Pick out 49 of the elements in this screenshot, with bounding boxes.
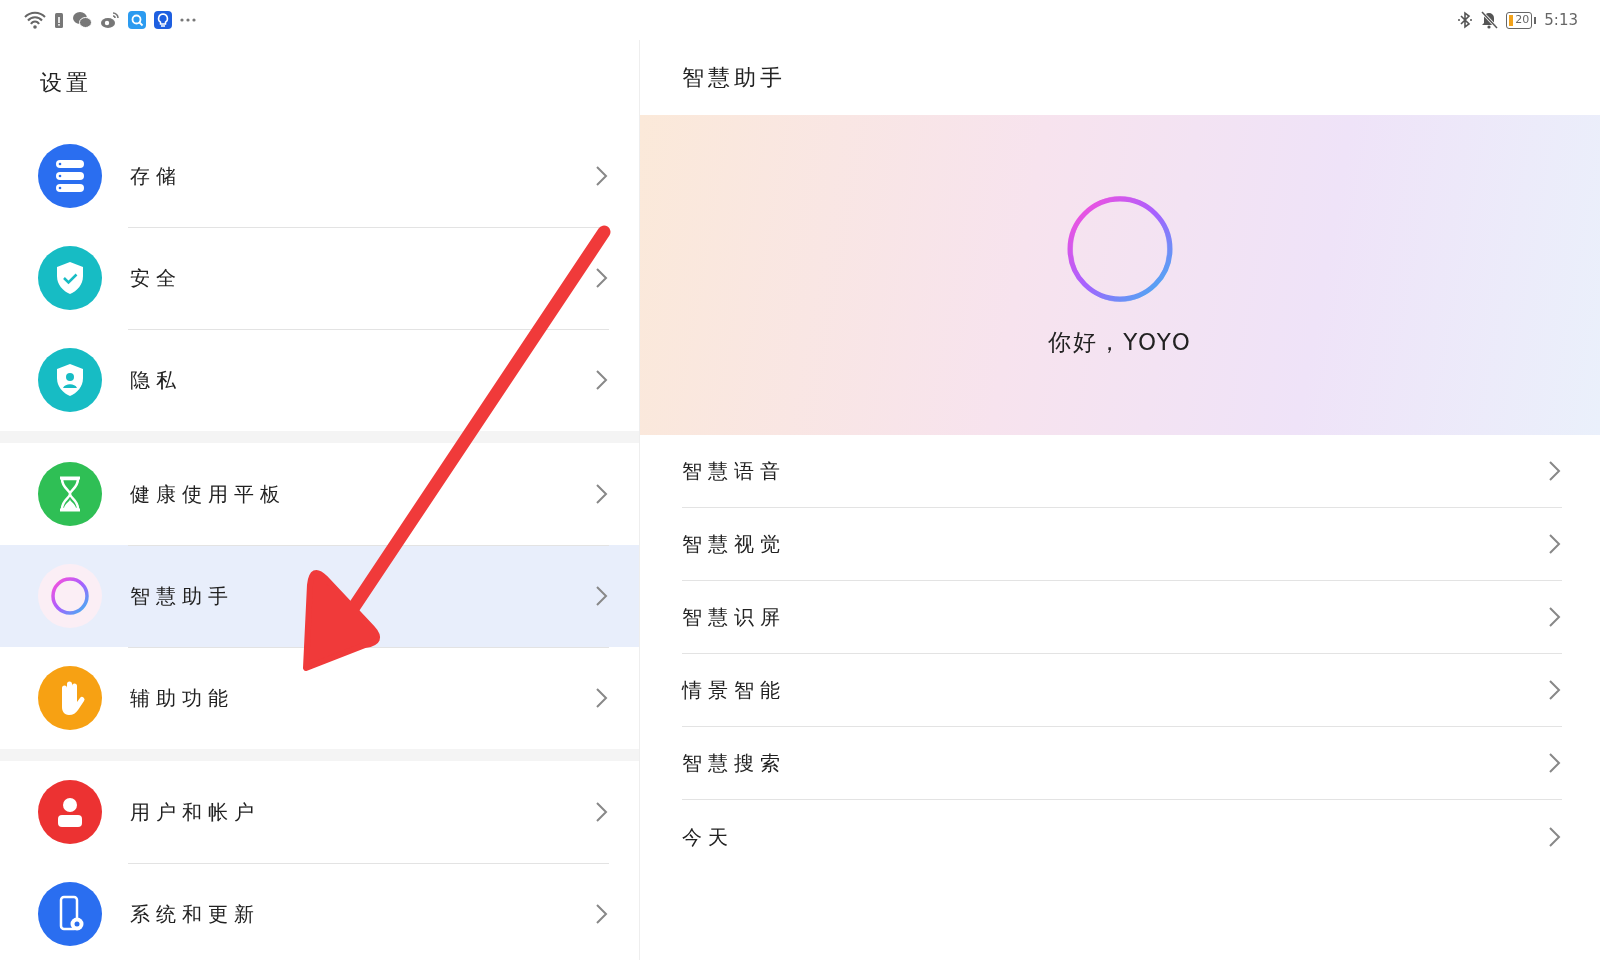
more-icon [180,17,196,23]
settings-item[interactable]: 安全 [0,227,639,329]
chevron-icon [595,267,609,289]
shield-check-icon [38,246,102,310]
chevron-icon [1548,533,1562,555]
battery-alert-icon [54,11,64,29]
mute-icon [1480,11,1499,29]
chevron-icon [595,687,609,709]
wifi-icon [24,11,46,29]
settings-item[interactable]: 智慧搜索 [682,727,1562,800]
page-title: 设置 [39,69,93,97]
page-title: 智慧助手 [681,64,787,92]
settings-item[interactable]: 情景智能 [682,654,1562,727]
chevron-icon [595,165,609,187]
battery-icon: 20 [1506,11,1533,29]
chevron-icon [1548,460,1562,482]
assistant-ring-icon [38,564,102,628]
settings-item[interactable]: 用户和帐户 [0,761,639,863]
chevron-icon [1548,752,1562,774]
settings-item[interactable]: 系统和更新 [0,863,639,960]
hand-icon [38,666,102,730]
settings-item[interactable]: 智慧助手 [0,545,639,647]
chat-icon [72,11,92,29]
chevron-icon [1548,679,1562,701]
bulb-icon [154,11,172,29]
settings-item[interactable]: 智慧语音 [682,435,1562,508]
chevron-icon [595,369,609,391]
bluetooth-icon [1458,11,1473,29]
chevron-icon [1548,606,1562,628]
shield-user-icon [38,348,102,412]
settings-item[interactable]: 存储 [0,125,639,227]
chevron-icon [595,903,609,925]
chevron-icon [1548,825,1562,848]
social-icon [100,11,120,29]
chevron-icon [595,585,609,607]
settings-item[interactable]: 今天 [682,800,1562,873]
search-app-icon [128,11,146,29]
hourglass-icon [38,462,102,526]
chevron-icon [595,801,609,823]
settings-item[interactable]: 健康使用平板 [0,443,639,545]
settings-item[interactable]: 智慧识屏 [682,581,1562,654]
settings-item[interactable]: 隐私 [0,329,639,431]
storage-icon [38,144,102,208]
greeting-text: 你好，YOYO [1048,327,1192,357]
user-icon [38,780,102,844]
settings-item[interactable]: 智慧视觉 [682,508,1562,581]
clock-time: 5:13 [1544,9,1578,31]
phone-gear-icon [38,882,102,946]
chevron-icon [595,483,609,505]
